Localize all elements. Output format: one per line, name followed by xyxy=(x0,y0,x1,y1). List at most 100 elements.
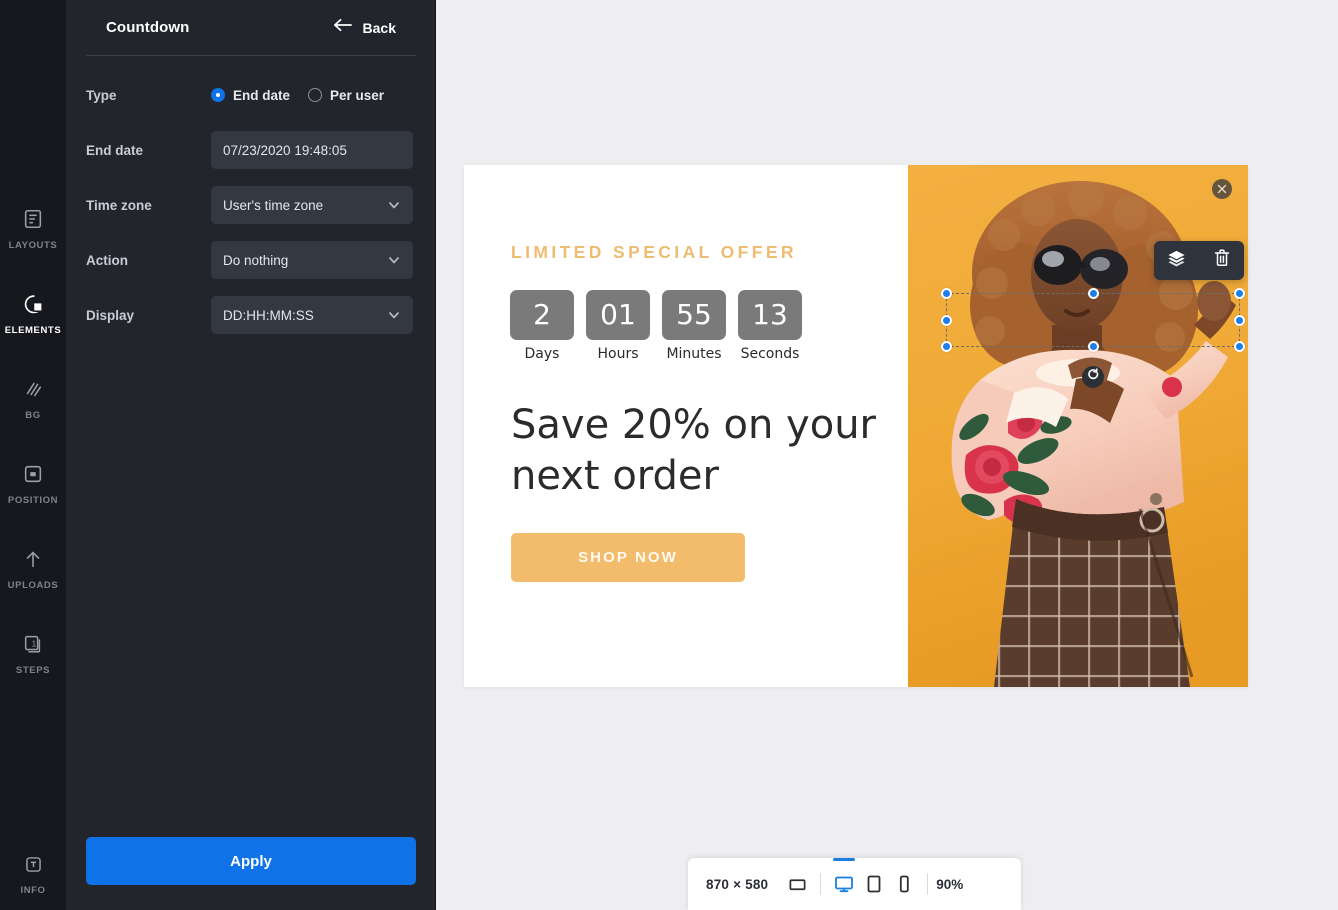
rail-label-position: POSITION xyxy=(7,495,59,506)
fullscreen-icon[interactable] xyxy=(782,868,812,900)
steps-icon: 1 xyxy=(20,631,46,657)
rail-item-uploads[interactable]: UPLOADS xyxy=(0,540,66,595)
tablet-icon[interactable] xyxy=(859,868,889,900)
toolbar-divider xyxy=(927,873,929,895)
radio-per-user[interactable]: Per user xyxy=(308,88,384,103)
radio-label-per-user: Per user xyxy=(330,87,385,103)
rail-item-layouts[interactable]: LAYOUTS xyxy=(0,200,66,255)
canvas-bottom-toolbar: 870 × 580 90% xyxy=(688,858,1021,910)
label-time-zone: Time zone xyxy=(86,197,152,213)
back-button[interactable]: Back xyxy=(333,18,396,37)
app-root: LAYOUTS ELEMENTS BG POSITION UPLOADS 1 S… xyxy=(0,0,1338,910)
label-action: Action xyxy=(86,252,128,268)
rail-item-info[interactable]: INFO xyxy=(0,845,66,900)
countdown-box: 13 xyxy=(738,290,802,340)
countdown-label-days: Days xyxy=(524,346,560,362)
resize-handle-bottom-middle[interactable] xyxy=(1088,341,1099,352)
end-date-value: 07/23/2020 19:48:05 xyxy=(223,142,347,158)
uploads-icon xyxy=(20,546,46,572)
action-value: Do nothing xyxy=(223,252,289,268)
countdown-label-hours: Hours xyxy=(597,346,639,362)
resize-handle-top-right[interactable] xyxy=(1234,288,1245,299)
layers-icon xyxy=(1167,249,1186,273)
row-end-date: End date 07/23/2020 19:48:05 xyxy=(86,131,415,169)
trash-icon xyxy=(1214,249,1230,272)
position-icon xyxy=(20,461,46,487)
toolbar-divider xyxy=(820,873,822,895)
rail-item-position[interactable]: POSITION xyxy=(0,455,66,510)
page-title: Countdown xyxy=(106,19,190,36)
rail-item-bg[interactable]: BG xyxy=(0,370,66,425)
time-zone-value: User's time zone xyxy=(223,197,324,213)
arrow-left-icon xyxy=(333,18,352,37)
chevron-down-icon xyxy=(387,308,401,322)
rail-item-steps[interactable]: 1 STEPS xyxy=(0,625,66,680)
elements-icon xyxy=(20,291,46,317)
resize-handle-middle-right[interactable] xyxy=(1234,315,1245,326)
mobile-icon[interactable] xyxy=(889,868,919,900)
type-radio-group: End date Per user xyxy=(211,88,384,103)
row-display: Display DD:HH:MM:SS xyxy=(86,296,415,334)
display-select[interactable]: DD:HH:MM:SS xyxy=(211,296,413,334)
resize-handle-bottom-left[interactable] xyxy=(941,341,952,352)
label-type: Type xyxy=(86,87,117,103)
popup-headline[interactable]: Save 20% on your next order xyxy=(511,400,881,502)
desktop-icon[interactable] xyxy=(829,858,859,900)
display-value: DD:HH:MM:SS xyxy=(223,307,314,323)
resize-handle-top-left[interactable] xyxy=(941,288,952,299)
panel-header: Countdown Back xyxy=(86,0,416,56)
radio-unselected-icon xyxy=(308,88,323,102)
radio-end-date[interactable]: End date xyxy=(211,88,290,103)
action-select[interactable]: Do nothing xyxy=(211,241,413,279)
countdown-value-days: 2 xyxy=(533,298,551,331)
layers-button[interactable] xyxy=(1162,246,1192,276)
back-label: Back xyxy=(362,19,396,36)
radio-selected-icon xyxy=(211,88,225,102)
resize-handle-middle-left[interactable] xyxy=(941,315,952,326)
close-icon[interactable] xyxy=(1212,179,1232,199)
rotate-handle[interactable] xyxy=(1082,366,1104,388)
svg-text:1: 1 xyxy=(32,639,37,648)
resize-handle-bottom-right[interactable] xyxy=(1234,341,1245,352)
countdown-row: 2 Days 01 Hours 55 Minutes 13 Seconds xyxy=(510,290,802,362)
radio-label-end-date: End date xyxy=(233,87,291,103)
canvas-area[interactable]: LIMITED SPECIAL OFFER 2 Days 01 Hours 55 xyxy=(436,0,1338,910)
countdown-widget[interactable]: 2 Days 01 Hours 55 Minutes 13 Seconds xyxy=(510,290,802,362)
element-floating-toolbar xyxy=(1154,241,1244,280)
popup-content-pane: LIMITED SPECIAL OFFER 2 Days 01 Hours 55 xyxy=(464,165,908,687)
countdown-label-seconds: Seconds xyxy=(740,346,800,362)
label-display: Display xyxy=(86,307,135,323)
apply-button[interactable]: Apply xyxy=(86,837,416,885)
row-type: Type End date Per user xyxy=(86,76,415,114)
row-time-zone: Time zone User's time zone xyxy=(86,186,415,224)
rail-label-bg: BG xyxy=(25,410,41,421)
countdown-box: 2 xyxy=(510,290,574,340)
info-text-icon xyxy=(20,851,46,877)
settings-form: Type End date Per user End date 07/23/20… xyxy=(66,56,435,334)
rail-item-elements[interactable]: ELEMENTS xyxy=(0,285,66,340)
left-icon-rail: LAYOUTS ELEMENTS BG POSITION UPLOADS 1 S… xyxy=(0,0,66,910)
rail-label-layouts: LAYOUTS xyxy=(8,240,58,251)
shop-now-button[interactable]: SHOP NOW xyxy=(511,533,745,582)
countdown-box: 55 xyxy=(662,290,726,340)
layouts-icon xyxy=(20,206,46,232)
countdown-value-minutes: 55 xyxy=(676,298,712,331)
resize-handle-top-middle[interactable] xyxy=(1088,288,1099,299)
countdown-cell-minutes: 55 Minutes xyxy=(662,290,726,362)
rail-label-steps: STEPS xyxy=(15,665,51,676)
zoom-level[interactable]: 90% xyxy=(936,877,963,892)
chevron-down-icon xyxy=(387,253,401,267)
rotate-icon xyxy=(1087,368,1100,386)
settings-panel: Countdown Back Type End date Per user En… xyxy=(66,0,436,910)
chevron-down-icon xyxy=(387,198,401,212)
rail-label-uploads: UPLOADS xyxy=(7,580,59,591)
popup-eyebrow[interactable]: LIMITED SPECIAL OFFER xyxy=(511,242,797,263)
time-zone-select[interactable]: User's time zone xyxy=(211,186,413,224)
apply-button-container: Apply xyxy=(86,837,416,885)
rail-label-elements: ELEMENTS xyxy=(4,325,62,336)
canvas-dimensions: 870 × 580 xyxy=(706,876,769,892)
end-date-input[interactable]: 07/23/2020 19:48:05 xyxy=(211,131,413,169)
countdown-cell-days: 2 Days xyxy=(510,290,574,362)
delete-button[interactable] xyxy=(1207,246,1237,276)
countdown-value-hours: 01 xyxy=(600,298,636,331)
